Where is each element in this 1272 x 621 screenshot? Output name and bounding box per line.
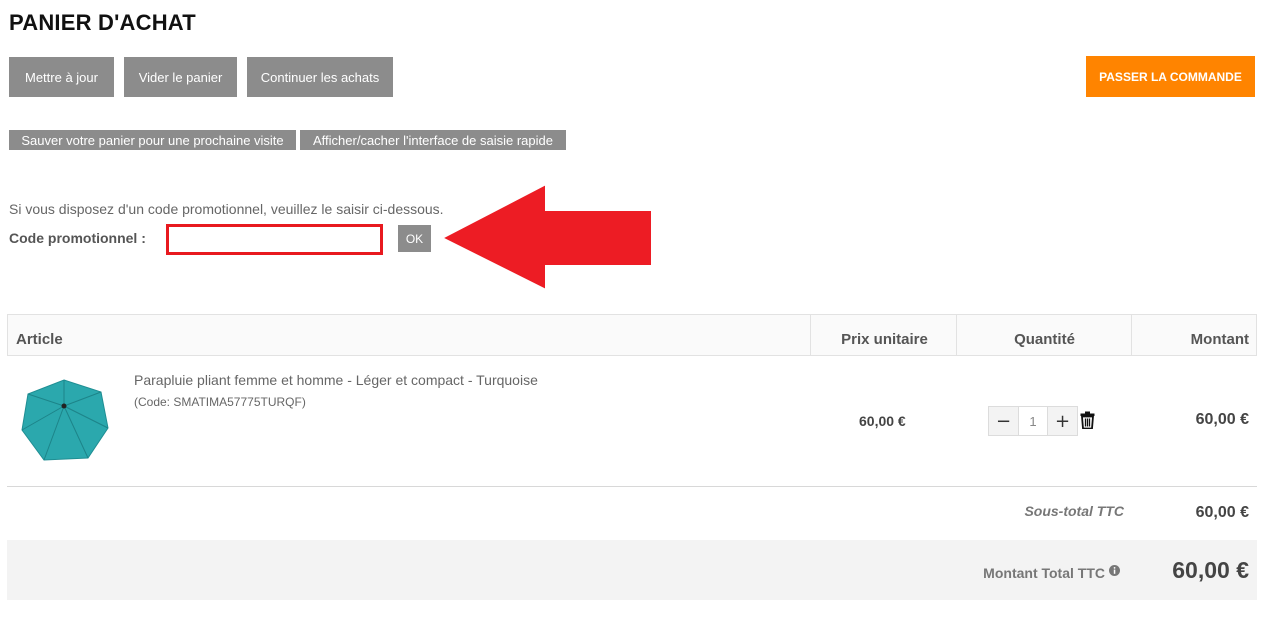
trash-icon[interactable] xyxy=(1080,411,1095,429)
promo-code-label: Code promotionnel : xyxy=(9,230,146,246)
row-divider xyxy=(7,486,1257,487)
save-cart-button[interactable]: Sauver votre panier pour une prochaine v… xyxy=(9,130,296,150)
promo-note: Si vous disposez d'un code promotionnel,… xyxy=(9,201,444,217)
total-label: Montant Total TTC xyxy=(983,565,1105,581)
header-quantity: Quantité xyxy=(1014,331,1075,348)
promo-code-input[interactable] xyxy=(166,224,383,255)
header-amount: Montant xyxy=(1190,331,1249,348)
quantity-input[interactable] xyxy=(1018,407,1048,435)
total-value: 60,00 € xyxy=(1172,557,1249,583)
subtotal-value: 60,00 € xyxy=(1195,504,1249,521)
header-unit-price: Prix unitaire xyxy=(841,331,928,348)
continue-shopping-button[interactable]: Continuer les achats xyxy=(247,57,393,97)
red-arrow-annotation xyxy=(440,182,653,292)
product-code: (Code: SMATIMA57775TURQF) xyxy=(134,395,306,409)
unit-price: 60,00 € xyxy=(859,413,906,429)
product-image[interactable] xyxy=(16,378,112,464)
promo-ok-button[interactable]: OK xyxy=(398,225,431,252)
cart-table-header: Article Prix unitaire Quantité Montant xyxy=(7,314,1257,356)
info-icon[interactable] xyxy=(1109,565,1120,576)
quantity-stepper: − + xyxy=(988,406,1078,436)
plus-icon: + xyxy=(1054,410,1071,432)
page-title: PANIER D'ACHAT xyxy=(9,10,196,35)
minus-icon: − xyxy=(995,410,1012,432)
subtotal-label: Sous-total TTC xyxy=(1024,503,1124,519)
quantity-increase-button[interactable]: + xyxy=(1048,407,1077,435)
toggle-quick-entry-button[interactable]: Afficher/cacher l'interface de saisie ra… xyxy=(300,130,566,150)
quantity-decrease-button[interactable]: − xyxy=(989,407,1018,435)
product-name[interactable]: Parapluie pliant femme et homme - Léger … xyxy=(134,372,538,388)
row-amount: 60,00 € xyxy=(1195,411,1249,428)
empty-cart-button[interactable]: Vider le panier xyxy=(124,57,237,97)
update-cart-button[interactable]: Mettre à jour xyxy=(9,57,114,97)
checkout-button[interactable]: PASSER LA COMMANDE xyxy=(1086,56,1255,97)
header-article: Article xyxy=(16,331,63,348)
